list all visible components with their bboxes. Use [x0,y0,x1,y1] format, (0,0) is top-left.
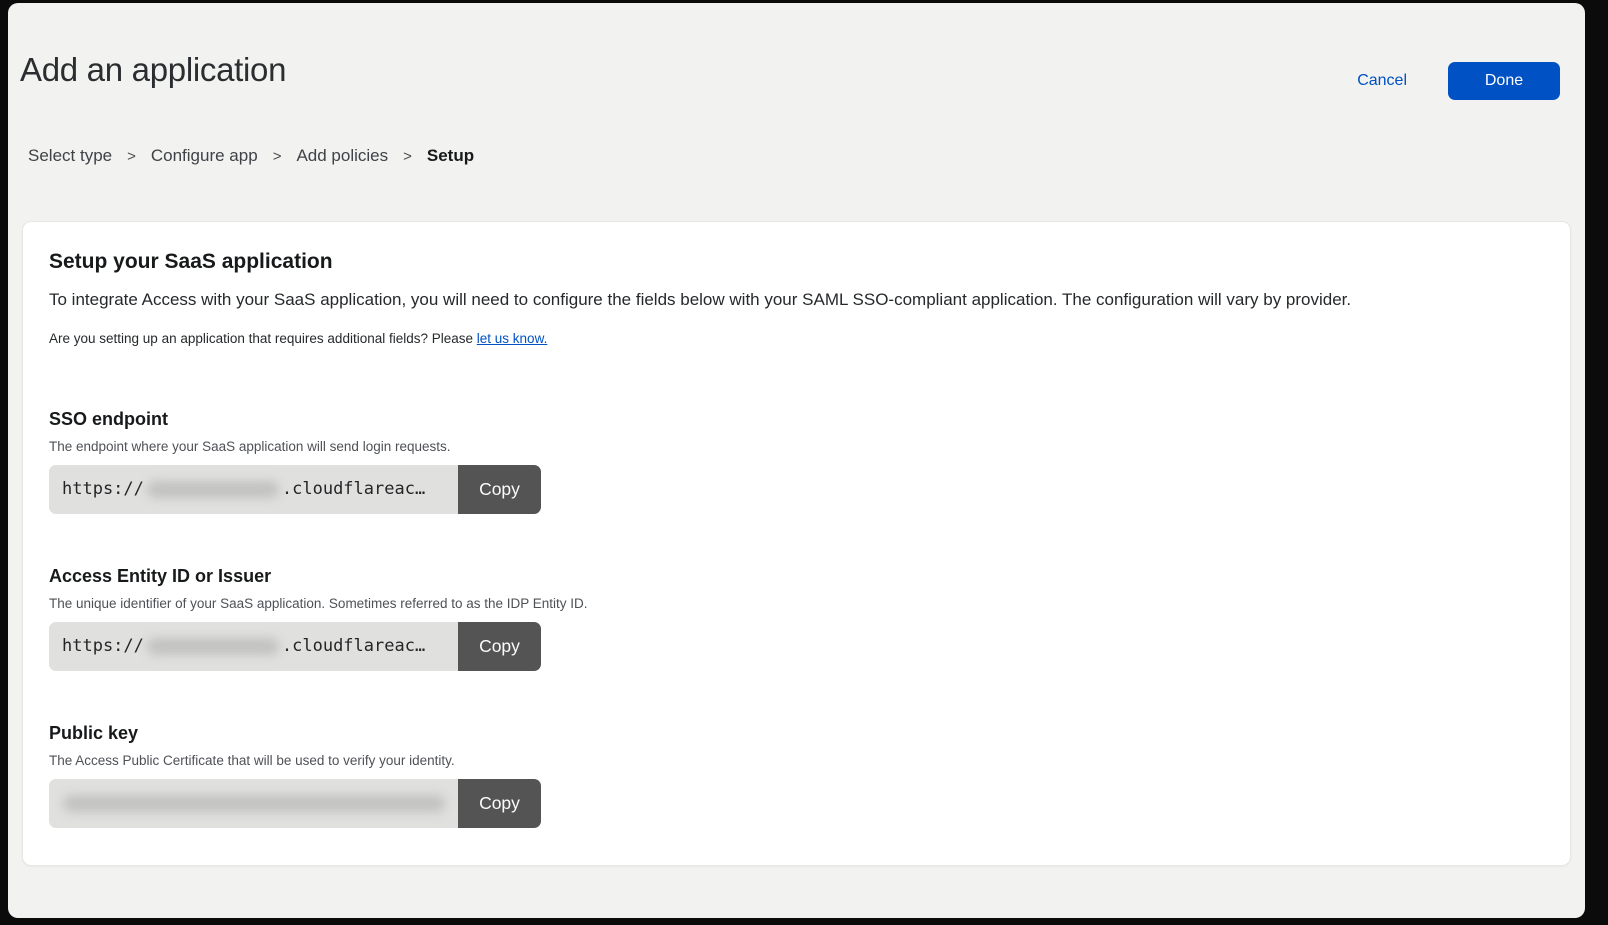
public-key-label: Public key [49,723,1544,744]
public-key-description: The Access Public Certificate that will … [49,753,1544,768]
value-prefix: https:// [62,636,144,656]
breadcrumb-step-select-type[interactable]: Select type [28,146,112,166]
public-key-copy-button[interactable]: Copy [458,779,541,828]
sso-endpoint-value: https:// .cloudflareac… [49,465,458,514]
public-key-value [49,779,458,828]
header-actions: Cancel Done [1357,62,1560,100]
sso-endpoint-section: SSO endpoint The endpoint where your Saa… [49,409,1544,514]
value-prefix: https:// [62,479,144,499]
redacted-value-blur [147,638,279,655]
help-prompt: Are you setting up an application that r… [49,331,477,346]
breadcrumb-separator: > [273,148,282,165]
page-header: Add an application Cancel Done [8,3,1585,89]
cancel-button[interactable]: Cancel [1357,72,1407,90]
access-entity-id-copy-row: https:// .cloudflareac… Copy [49,622,541,671]
breadcrumb-step-add-policies[interactable]: Add policies [296,146,388,166]
breadcrumb-separator: > [403,148,412,165]
sso-endpoint-label: SSO endpoint [49,409,1544,430]
access-entity-id-description: The unique identifier of your SaaS appli… [49,596,1544,611]
sso-endpoint-copy-row: https:// .cloudflareac… Copy [49,465,541,514]
value-suffix: .cloudflareac… [282,636,425,656]
sso-endpoint-description: The endpoint where your SaaS application… [49,439,1544,454]
breadcrumb-step-configure-app[interactable]: Configure app [151,146,258,166]
access-entity-id-value: https:// .cloudflareac… [49,622,458,671]
breadcrumb-step-setup: Setup [427,146,474,166]
app-window: Add an application Cancel Done Select ty… [8,3,1585,918]
card-help-text: Are you setting up an application that r… [49,331,1544,346]
public-key-section: Public key The Access Public Certificate… [49,723,1544,828]
breadcrumb-separator: > [127,148,136,165]
sso-endpoint-copy-button[interactable]: Copy [458,465,541,514]
access-entity-id-copy-button[interactable]: Copy [458,622,541,671]
breadcrumb: Select type > Configure app > Add polici… [28,146,1585,166]
public-key-copy-row: Copy [49,779,541,828]
page-title: Add an application [20,51,1560,89]
card-title: Setup your SaaS application [49,250,1544,274]
access-entity-id-label: Access Entity ID or Issuer [49,566,1544,587]
redacted-value-blur [147,481,279,498]
card-intro-text: To integrate Access with your SaaS appli… [49,289,1544,312]
setup-card: Setup your SaaS application To integrate… [22,221,1571,866]
redacted-value-blur [63,795,445,812]
let-us-know-link[interactable]: let us know. [477,331,548,346]
value-suffix: .cloudflareac… [282,479,425,499]
access-entity-id-section: Access Entity ID or Issuer The unique id… [49,566,1544,671]
done-button[interactable]: Done [1448,62,1560,100]
